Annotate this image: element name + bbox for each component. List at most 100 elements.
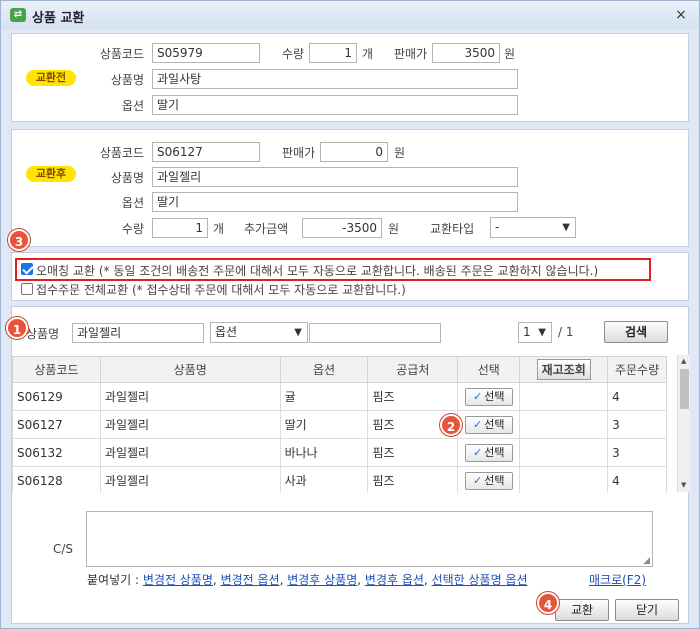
- before-price-unit: 원: [504, 47, 516, 61]
- results-table: 상품코드 상품명 옵션 공급처 선택 재고조회 주문수량 S06129 과일젤리…: [12, 356, 667, 493]
- dialog-title: 상품 교환: [32, 11, 85, 26]
- received-all-checkbox[interactable]: [21, 283, 33, 295]
- auto-match-label: 오매칭 교환 (* 동일 조건의 배송전 주문에 대해서 모두 자동으로 교환합…: [36, 264, 599, 278]
- select-button[interactable]: ✓ 선택: [464, 387, 513, 406]
- header-order-qty: 주문수량: [607, 356, 667, 383]
- step-marker-2: 2: [440, 414, 462, 436]
- exchange-dialog: ⇄ 상품 교환 × 교환전 상품코드 S05979 수량 1 개 판매가 350…: [0, 0, 700, 629]
- before-qty-unit: 개: [362, 47, 374, 61]
- before-name-field[interactable]: 과일사탕: [152, 69, 518, 89]
- search-option-input[interactable]: [309, 323, 441, 343]
- check-icon: ✓: [473, 389, 483, 403]
- select-button[interactable]: ✓ 선택: [464, 415, 513, 434]
- scroll-up-icon[interactable]: ▲: [681, 357, 686, 365]
- check-icon: ✓: [473, 445, 483, 459]
- after-qty-unit: 개: [213, 222, 225, 236]
- row-stock: [519, 438, 609, 467]
- resize-grip-icon[interactable]: ◢: [643, 556, 650, 566]
- page-select[interactable]: 1 ▼: [518, 322, 552, 343]
- paste-label: 붙여넣기 :: [87, 573, 140, 587]
- scroll-down-icon[interactable]: ▼: [681, 481, 686, 489]
- before-price-field[interactable]: 3500: [432, 43, 500, 63]
- before-badge: 교환전: [26, 70, 76, 86]
- row-stock: [519, 410, 609, 439]
- row-qty: 3: [607, 438, 667, 467]
- search-option-select-value: 옵션: [215, 325, 238, 339]
- after-extra-unit: 원: [388, 222, 400, 236]
- row-code: S06127: [12, 410, 101, 439]
- row-select-cell: ✓ 선택: [457, 382, 521, 411]
- chevron-down-icon: ▼: [294, 327, 302, 338]
- after-price-unit: 원: [394, 146, 406, 160]
- row-code: S06129: [12, 382, 101, 411]
- select-button[interactable]: ✓ 선택: [464, 443, 513, 462]
- after-price-field[interactable]: 0: [320, 142, 388, 162]
- row-qty: 3: [607, 410, 667, 439]
- results-table-wrap: 상품코드 상품명 옵션 공급처 선택 재고조회 주문수량 S06129 과일젤리…: [12, 356, 667, 493]
- before-qty-label: 수량: [282, 47, 305, 61]
- before-qty-field[interactable]: 1: [309, 43, 357, 63]
- exchange-button[interactable]: 교환: [555, 599, 609, 621]
- macro-link[interactable]: 매크로(F2): [589, 571, 646, 588]
- table-header-row: 상품코드 상품명 옵션 공급처 선택 재고조회 주문수량: [12, 356, 667, 383]
- row-stock: [519, 466, 609, 493]
- title-bar[interactable]: ⇄ 상품 교환 ×: [1, 1, 699, 29]
- after-code-field[interactable]: S06127: [152, 142, 260, 162]
- paste-before-option-link[interactable]: 변경전 옵션: [221, 573, 280, 587]
- search-name-input[interactable]: 과일젤리: [72, 323, 204, 343]
- after-option-field[interactable]: 딸기: [152, 192, 518, 212]
- auto-match-checkbox[interactable]: [21, 263, 33, 275]
- cs-memo-textarea[interactable]: ◢: [86, 511, 653, 567]
- received-all-label: 접수주문 전체교환 (* 접수상태 주문에 대해서 모두 자동으로 교환합니다.…: [36, 283, 406, 297]
- after-extra-field[interactable]: -3500: [302, 218, 382, 238]
- row-select-cell: ✓ 선택: [457, 466, 521, 493]
- search-button[interactable]: 검색: [604, 321, 668, 343]
- table-row: S06127 과일젤리 딸기 핌즈 ✓ 선택 3: [12, 410, 667, 439]
- step-marker-1: 1: [6, 317, 28, 339]
- search-option-select[interactable]: 옵션 ▼: [210, 322, 308, 343]
- close-button[interactable]: 닫기: [615, 599, 679, 621]
- scroll-thumb[interactable]: [680, 369, 689, 409]
- check-icon: ✓: [473, 417, 483, 431]
- paste-before-name-link[interactable]: 변경전 상품명: [143, 573, 213, 587]
- after-name-label: 상품명: [110, 171, 144, 185]
- before-code-field[interactable]: S05979: [152, 43, 260, 63]
- row-qty: 4: [607, 466, 667, 493]
- after-name-field[interactable]: 과일젤리: [152, 167, 518, 187]
- row-name: 과일젤리: [99, 382, 281, 411]
- header-stock: 재고조회: [519, 356, 609, 383]
- after-price-label: 판매가: [282, 146, 316, 160]
- row-code: S06128: [12, 466, 101, 493]
- row-name: 과일젤리: [99, 438, 281, 467]
- select-button-label: 선택: [484, 473, 505, 487]
- paste-after-name-link[interactable]: 변경후 상품명: [287, 573, 357, 587]
- after-option-label: 옵션: [121, 196, 144, 210]
- select-button-label: 선택: [484, 445, 505, 459]
- row-supplier: 핌즈: [367, 466, 459, 493]
- before-panel: 교환전 상품코드 S05979 수량 1 개 판매가 3500 원 상품명 과일…: [11, 33, 689, 122]
- before-option-field[interactable]: 딸기: [152, 95, 518, 115]
- row-option: 사과: [279, 466, 369, 493]
- exchange-type-value: -: [495, 220, 500, 234]
- header-code: 상품코드: [12, 356, 101, 383]
- select-button-label: 선택: [484, 389, 505, 403]
- paste-selected-link[interactable]: 선택한 상품명 옵션: [432, 573, 528, 587]
- paste-after-option-link[interactable]: 변경후 옵션: [365, 573, 424, 587]
- stock-check-button[interactable]: 재고조회: [536, 359, 591, 380]
- search-name-label: 상품명: [26, 327, 60, 341]
- after-qty-label: 수량: [121, 222, 144, 236]
- check-icon: ✓: [473, 473, 483, 487]
- row-qty: 4: [607, 382, 667, 411]
- after-qty-field[interactable]: 1: [152, 218, 208, 238]
- after-type-label: 교환타입: [430, 222, 475, 236]
- page-total: / 1: [558, 325, 574, 339]
- select-button[interactable]: ✓ 선택: [464, 471, 513, 490]
- close-icon[interactable]: ×: [671, 5, 691, 25]
- before-option-label: 옵션: [121, 99, 144, 113]
- chevron-down-icon: ▼: [562, 222, 570, 233]
- table-row: S06132 과일젤리 바나나 핌즈 ✓ 선택 3: [12, 438, 667, 467]
- table-row: S06129 과일젤리 귤 핌즈 ✓ 선택 4: [12, 382, 667, 411]
- exchange-type-select[interactable]: - ▼: [490, 217, 576, 238]
- after-extra-label: 추가금액: [244, 222, 289, 236]
- table-scrollbar[interactable]: ▲ ▼: [677, 355, 690, 492]
